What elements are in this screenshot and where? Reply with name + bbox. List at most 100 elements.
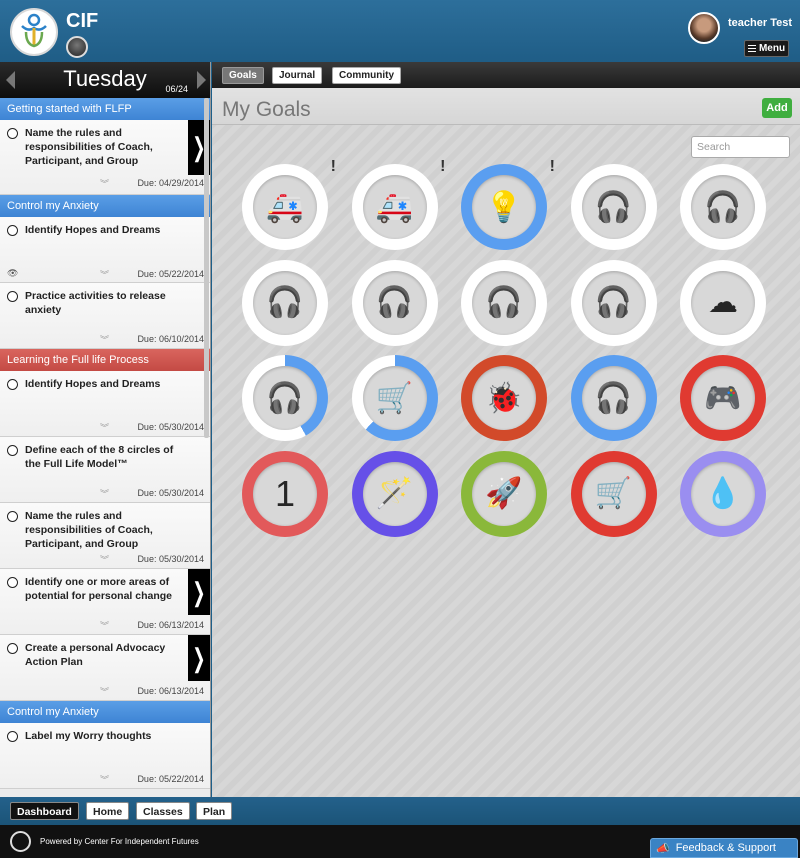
- goal-item[interactable]: 🎧: [570, 259, 657, 346]
- task-checkbox[interactable]: [7, 445, 18, 456]
- category-header[interactable]: Learning the Full life Process: [0, 349, 210, 371]
- cif-logo[interactable]: [10, 8, 58, 56]
- add-goal-button[interactable]: Add: [762, 98, 792, 118]
- headphones-icon: 🎧: [581, 366, 646, 430]
- open-task-button[interactable]: ❯: [188, 569, 210, 615]
- category-header[interactable]: Control my Anxiety: [0, 701, 210, 723]
- chevron-down-icon[interactable]: ︾: [100, 685, 109, 698]
- task-due-date: Due: 05/30/2014: [137, 422, 204, 432]
- goal-item[interactable]: 💧: [680, 450, 766, 537]
- task-title: Define each of the 8 circles of the Full…: [25, 444, 174, 470]
- task-item[interactable]: Label my Worry thoughts ︾ Due: 05/22/201…: [0, 723, 210, 789]
- task-item[interactable]: Name the rules and responsibilities of C…: [0, 503, 210, 569]
- category-header[interactable]: Control my Anxiety: [0, 195, 210, 217]
- task-checkbox[interactable]: [7, 291, 18, 302]
- chevron-right-icon: ❯: [192, 642, 206, 673]
- goal-item[interactable]: 1: [242, 450, 328, 537]
- headphones-icon: 🎧: [581, 175, 646, 239]
- sidebar-scrollbar[interactable]: [204, 98, 209, 438]
- chevron-down-icon[interactable]: ︾: [100, 421, 109, 434]
- figure-logo-icon: [21, 13, 47, 48]
- chevron-down-icon[interactable]: ︾: [100, 177, 109, 190]
- goal-item[interactable]: 🎧: [461, 259, 547, 346]
- task-checkbox[interactable]: [7, 379, 18, 390]
- task-checkbox[interactable]: [7, 577, 18, 588]
- chevron-down-icon[interactable]: ︾: [100, 487, 109, 500]
- goal-item[interactable]: 🚑!: [242, 158, 336, 250]
- task-checkbox[interactable]: [7, 643, 18, 654]
- powered-by-text: Powered by Center For Independent Future…: [40, 837, 199, 846]
- goal-item[interactable]: 🚀: [461, 450, 547, 537]
- chevron-right-icon: ❯: [192, 576, 206, 607]
- task-due-date: Due: 05/30/2014: [137, 554, 204, 564]
- number-one-icon: 1: [253, 461, 317, 526]
- goal-item[interactable]: 🎧: [242, 259, 328, 346]
- bug-icon: 🐞: [472, 366, 536, 430]
- next-day-icon[interactable]: [197, 71, 206, 89]
- headphones-icon: 🎧: [362, 270, 427, 335]
- nav-classes[interactable]: Classes: [136, 802, 190, 820]
- task-due-date: Due: 05/22/2014: [137, 269, 204, 279]
- chevron-down-icon[interactable]: ︾: [100, 773, 109, 786]
- task-checkbox[interactable]: [7, 511, 18, 522]
- task-item[interactable]: Practice activities to release anxiety ︾…: [0, 283, 210, 349]
- tab-community[interactable]: Community: [332, 67, 401, 84]
- water-drop-icon: 💧: [691, 461, 755, 526]
- task-title: Label my Worry thoughts: [25, 730, 152, 742]
- goal-item[interactable]: 🎮: [680, 355, 766, 441]
- goal-item[interactable]: 🚑!: [351, 158, 446, 250]
- nav-home[interactable]: Home: [86, 802, 130, 820]
- alert-icon: !: [549, 158, 555, 175]
- headphones-icon: 🎧: [472, 270, 536, 335]
- feedback-support-button[interactable]: 📣 Feedback & Support: [650, 838, 798, 858]
- goal-item[interactable]: 🐞: [461, 355, 547, 441]
- user-avatar[interactable]: [688, 12, 720, 44]
- goal-item[interactable]: 🎧: [570, 164, 657, 250]
- chevron-down-icon[interactable]: ︾: [100, 553, 109, 566]
- alert-icon: !: [440, 158, 446, 175]
- task-due-date: Due: 05/30/2014: [137, 488, 204, 498]
- task-due-date: Due: 06/13/2014: [137, 620, 204, 630]
- goal-item[interactable]: 🛒: [351, 355, 438, 441]
- app-name: CIF: [66, 10, 99, 32]
- task-item[interactable]: Name the rules and responsibilities of C…: [0, 120, 210, 195]
- headphones-icon: 🎧: [581, 270, 646, 335]
- cloud-icon: ☁: [691, 270, 755, 335]
- menu-button[interactable]: Menu: [744, 40, 789, 57]
- task-item[interactable]: Identify Hopes and Dreams 👁 ︾ Due: 05/22…: [0, 217, 210, 283]
- task-checkbox[interactable]: [7, 128, 18, 139]
- task-item[interactable]: Identify Hopes and Dreams ︾ Due: 05/30/2…: [0, 371, 210, 437]
- task-title: Practice activities to release anxiety: [25, 290, 166, 316]
- goal-item[interactable]: 🛒: [570, 450, 657, 537]
- chevron-down-icon[interactable]: ︾: [100, 619, 109, 632]
- nav-dashboard[interactable]: Dashboard: [10, 802, 79, 820]
- goal-item[interactable]: ☁: [680, 259, 766, 346]
- open-task-button[interactable]: ❯: [188, 635, 210, 681]
- task-item[interactable]: Identify one or more areas of potential …: [0, 569, 210, 635]
- task-checkbox[interactable]: [7, 731, 18, 742]
- chevron-down-icon[interactable]: ︾: [100, 333, 109, 346]
- task-item[interactable]: Create a personal Advocacy Action Plan ︾…: [0, 635, 210, 701]
- search-input[interactable]: [691, 136, 790, 158]
- headphones-icon: 🎧: [253, 366, 317, 430]
- task-checkbox[interactable]: [7, 225, 18, 236]
- goal-item[interactable]: 🪄: [351, 450, 438, 537]
- goal-item[interactable]: 🎧: [680, 164, 766, 250]
- goal-item[interactable]: 💡!: [461, 158, 555, 250]
- ambulance-icon: 🚑: [253, 175, 317, 239]
- tab-journal[interactable]: Journal: [272, 67, 323, 84]
- task-item[interactable]: Define each of the 8 circles of the Full…: [0, 437, 210, 503]
- shopping-cart-icon: 🛒: [362, 366, 427, 430]
- goal-item[interactable]: 🎧: [570, 355, 657, 441]
- date-label: 06/24: [165, 84, 188, 94]
- nav-plan[interactable]: Plan: [196, 802, 233, 820]
- page-title: My Goals: [222, 98, 311, 121]
- user-name[interactable]: teacher Test: [728, 17, 792, 29]
- group-avatar[interactable]: [66, 36, 88, 58]
- tab-goals[interactable]: Goals: [222, 67, 264, 84]
- chevron-down-icon[interactable]: ︾: [100, 268, 109, 281]
- category-header[interactable]: Getting started with FLFP: [0, 98, 210, 120]
- eye-icon[interactable]: 👁: [7, 268, 18, 279]
- goal-item[interactable]: 🎧: [351, 259, 438, 346]
- goal-item[interactable]: 🎧: [242, 355, 328, 441]
